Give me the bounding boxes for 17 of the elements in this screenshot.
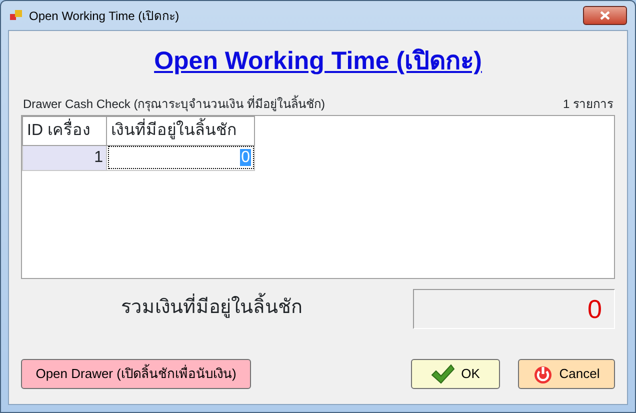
total-label: รวมเงินที่มีอยู่ในลิ้นชัก	[21, 294, 403, 323]
power-icon	[533, 364, 554, 384]
ok-button[interactable]: OK	[411, 358, 500, 388]
cancel-button[interactable]: Cancel	[518, 358, 615, 388]
record-count: 1 รายการ	[562, 96, 613, 112]
app-icon	[9, 8, 23, 22]
grid-label: Drawer Cash Check (กรุณาระบุจำนวนเงิน ที่มีอยู่ในลิ้นชัก)	[23, 94, 326, 112]
close-icon	[600, 11, 610, 20]
checkmark-icon	[431, 364, 456, 384]
total-field: 0	[412, 288, 615, 328]
window-title: Open Working Time (เปิดกะ)	[29, 8, 180, 24]
table-cell[interactable]: 1	[22, 145, 106, 170]
form-heading: Open Working Time (เปิดกะ)	[153, 46, 483, 77]
column-header[interactable]: ID เครื่อง	[22, 116, 106, 145]
open-drawer-button[interactable]: Open Drawer (เปิดลิ้นชักเพื่อนับเงิน)	[21, 358, 251, 388]
close-button[interactable]	[583, 6, 627, 25]
column-header[interactable]: เงินที่มีอยู่ในลิ้นชัก	[106, 116, 254, 145]
